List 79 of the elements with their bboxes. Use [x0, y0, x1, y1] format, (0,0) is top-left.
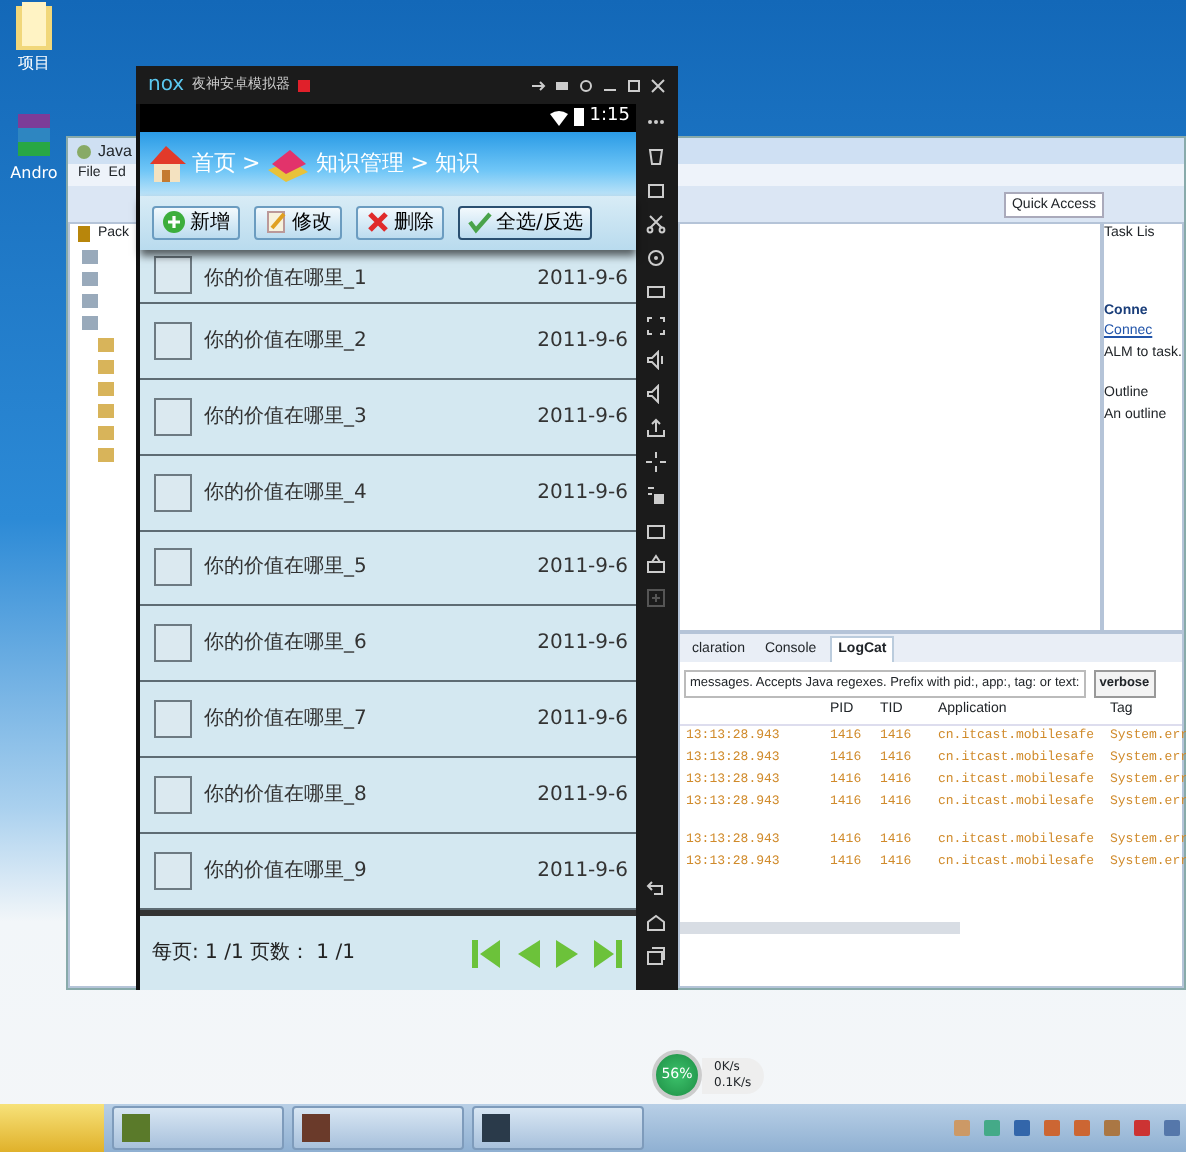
back-icon[interactable] [645, 878, 665, 898]
plus-icon [162, 210, 186, 235]
taskbar-item[interactable] [472, 1106, 644, 1150]
item-title: 你的价值在哪里_6 [204, 630, 369, 659]
item-date: 2011-9-6 [537, 858, 628, 887]
item-date: 2011-9-6 [537, 706, 628, 735]
item-title: 你的价值在哪里_2 [204, 327, 369, 356]
list-item[interactable]: 你的价值在哪里_3 2011-9-6 [140, 379, 636, 456]
item-title: 你的价值在哪里_3 [204, 403, 369, 432]
taskbar-item[interactable] [292, 1106, 464, 1150]
breadcrumb-separator: > [410, 147, 429, 180]
checkbox[interactable] [154, 397, 192, 436]
list-item[interactable]: 你的价值在哪里_9 2011-9-6 [140, 834, 636, 911]
checkbox[interactable] [154, 776, 192, 815]
fullscreen-icon[interactable] [645, 316, 665, 336]
location-icon[interactable] [645, 248, 665, 268]
check-icon [468, 210, 492, 235]
item-title: 你的价值在哪里_8 [204, 782, 369, 811]
pin-icon[interactable] [530, 77, 546, 93]
item-title: 你的价值在哪里_7 [204, 706, 369, 735]
volume-up-icon[interactable] [645, 350, 665, 370]
list-item[interactable]: 你的价值在哪里_8 2011-9-6 [140, 758, 636, 835]
app-icon [482, 1114, 510, 1142]
screen-icon[interactable] [645, 282, 665, 302]
item-date: 2011-9-6 [537, 782, 628, 811]
house-icon [146, 143, 186, 184]
desktop-icon-label[interactable]: 项目 [4, 52, 64, 76]
item-title: 你的价值在哪里_5 [204, 554, 369, 583]
desktop-icon-label[interactable]: Andro [4, 162, 64, 186]
app-icon [122, 1114, 150, 1142]
maximize-icon[interactable] [626, 77, 642, 93]
list-item[interactable]: 你的价值在哪里_2 2011-9-6 [140, 303, 636, 380]
close-icon [366, 210, 390, 235]
checkbox[interactable] [154, 255, 192, 294]
pager-text: 每页: 1 /1 页数： 1 /1 [152, 940, 355, 969]
button[interactable]: 全选/反选 [458, 205, 593, 240]
item-title: 你的价值在哪里_1 [204, 265, 369, 294]
start-button[interactable] [0, 1104, 104, 1152]
checkbox[interactable] [154, 624, 192, 663]
list-item[interactable]: 你的价值在哪里_5 2011-9-6 [140, 531, 636, 607]
button[interactable]: 新增 [152, 205, 240, 240]
item-date: 2011-9-6 [537, 403, 628, 432]
checkbox[interactable] [154, 852, 192, 891]
item-date: 2011-9-6 [537, 630, 628, 659]
item-date: 2011-9-6 [537, 479, 628, 508]
clock: 1:15 [589, 104, 630, 131]
item-date: 2011-9-6 [537, 265, 628, 294]
wifi-icon [549, 109, 568, 126]
button[interactable]: 修改 [254, 205, 342, 240]
item-title: 你的价值在哪里_4 [204, 479, 369, 508]
scissors-icon[interactable] [645, 214, 665, 234]
trash-icon[interactable] [645, 146, 665, 166]
alert-icon [298, 79, 311, 91]
item-date: 2011-9-6 [537, 327, 628, 356]
checkbox[interactable] [154, 700, 192, 739]
checkbox[interactable] [154, 548, 192, 587]
breadcrumb-separator: > [242, 147, 261, 180]
item-title: 你的价值在哪里_9 [204, 858, 369, 887]
close-icon[interactable] [650, 77, 666, 93]
app-icon [302, 1114, 330, 1142]
list-item[interactable]: 你的价值在哪里_4 2011-9-6 [140, 455, 636, 531]
multi-window-icon[interactable] [645, 486, 665, 506]
button[interactable]: 删除 [356, 205, 444, 240]
list-item[interactable]: 你的价值在哪里_1 2011-9-6 [140, 249, 636, 304]
item-date: 2011-9-6 [537, 554, 628, 583]
list-item[interactable]: 你的价值在哪里_7 2011-9-6 [140, 682, 636, 759]
recent-apps-icon[interactable] [645, 946, 665, 966]
volume-down-icon[interactable] [645, 384, 665, 404]
checkbox[interactable] [154, 473, 192, 512]
list-item[interactable]: 你的价值在哪里_6 2011-9-6 [140, 606, 636, 683]
battery-icon [573, 108, 584, 127]
taskbar-item[interactable] [112, 1106, 284, 1150]
checkbox[interactable] [154, 321, 192, 360]
document-icon [264, 210, 288, 235]
home-icon[interactable] [645, 912, 665, 932]
loading-icon[interactable] [645, 452, 665, 472]
upload-icon[interactable] [645, 418, 665, 438]
window-title: Java [98, 139, 132, 163]
logo: nox [148, 72, 185, 100]
